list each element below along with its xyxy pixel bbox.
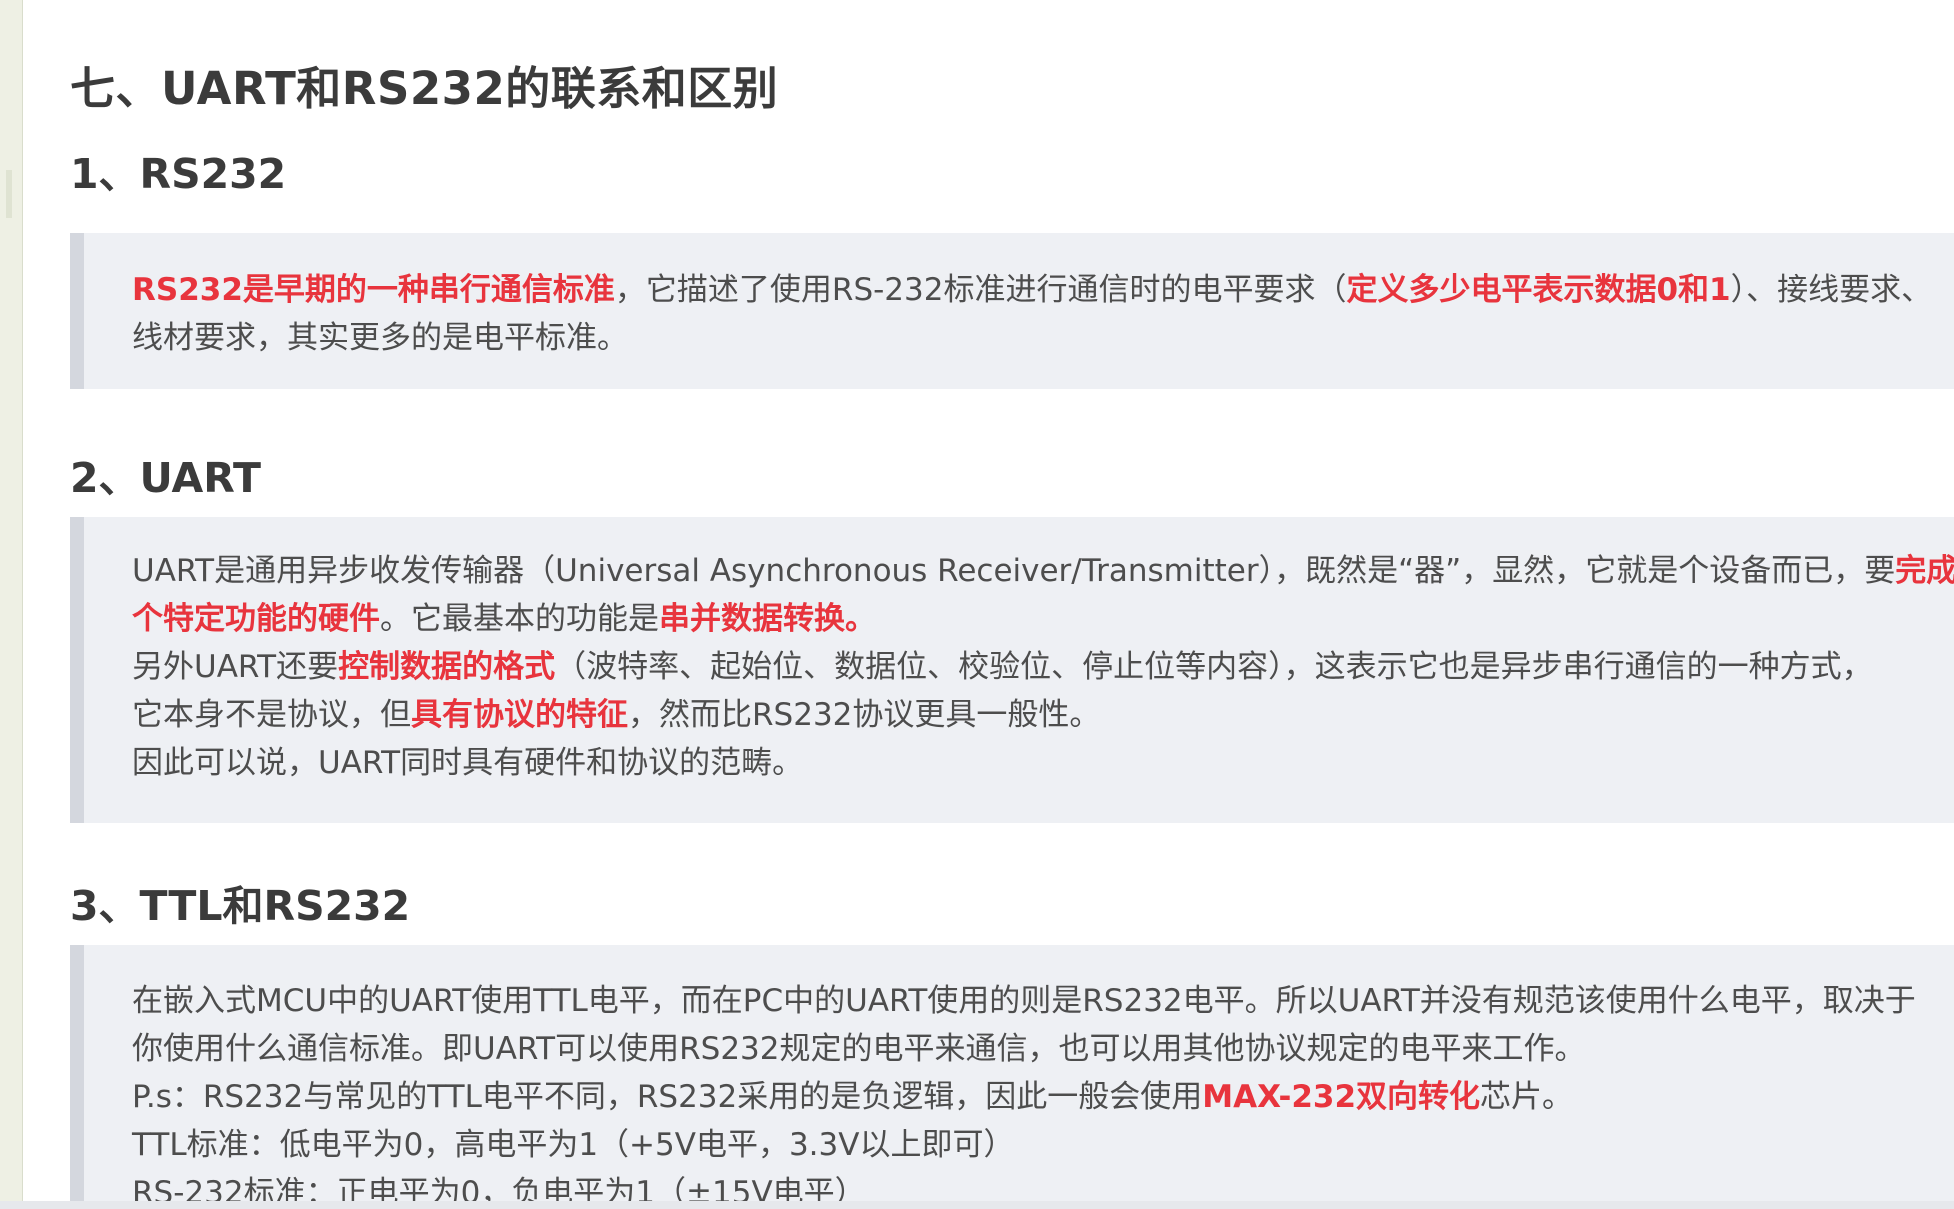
plain-text: 在嵌入式MCU中的UART使用TTL电平，而在PC中的UART使用的则是RS23… — [132, 983, 1916, 1019]
plain-text: 你使用什么通信标准。即UART可以使用RS232规定的电平来通信，也可以用其他协… — [132, 1031, 1586, 1067]
highlight-text: 控制数据的格式 — [338, 649, 556, 685]
quote-line: 你使用什么通信标准。即UART可以使用RS232规定的电平来通信，也可以用其他协… — [132, 1025, 1954, 1073]
blockquote-rs232: RS232是早期的一种串行通信标准，它描述了使用RS-232标准进行通信时的电平… — [70, 233, 1954, 389]
plain-text: ）、接线要求、 — [1730, 272, 1933, 308]
quote-line: UART是通用异步收发传输器（Universal Asynchronous Re… — [132, 547, 1954, 595]
left-sidebar-edge — [0, 0, 23, 1209]
plain-text: 另外UART还要 — [132, 649, 339, 685]
highlight-text: RS232是早期的一种串行通信标准 — [132, 272, 615, 308]
plain-text: 因此可以说，UART同时具有硬件和协议的范畴。 — [132, 745, 804, 781]
plain-text: 芯片。 — [1480, 1079, 1574, 1115]
plain-text: 它本身不是协议，但 — [132, 697, 411, 733]
plain-text: （波特率、起始位、数据位、校验位、停止位等内容），这表示它也是异步串行通信的一种… — [555, 649, 1873, 685]
plain-text: ，它描述了使用RS-232标准进行通信时的电平要求（ — [614, 272, 1347, 308]
highlight-text: 具有协议的特征 — [411, 697, 628, 733]
section-heading-ttl-rs232: 3、TTL和RS232 — [70, 882, 411, 930]
quote-line: 在嵌入式MCU中的UART使用TTL电平，而在PC中的UART使用的则是RS23… — [132, 977, 1954, 1025]
plain-text: TTL标准：低电平为0，高电平为1（+5V电平，3.3V以上即可） — [132, 1127, 1015, 1163]
highlight-text: 定义多少电平表示数据0和1 — [1346, 272, 1731, 308]
bottom-edge — [0, 1201, 1954, 1209]
plain-text: ，然而比RS232协议更具一般性。 — [628, 697, 1101, 733]
section-heading-uart: 2、UART — [70, 454, 261, 502]
quote-line: 个特定功能的硬件。它最基本的功能是串并数据转换。 — [132, 595, 1954, 643]
highlight-text: MAX-232双向转化 — [1202, 1079, 1481, 1115]
quote-line: 另外UART还要控制数据的格式（波特率、起始位、数据位、校验位、停止位等内容），… — [132, 643, 1954, 691]
quote-line: 线材要求，其实更多的是电平标准。 — [132, 314, 1954, 362]
highlight-text: 个特定功能的硬件 — [132, 601, 380, 637]
plain-text: P.s：RS232与常见的TTL电平不同，RS232采用的是负逻辑，因此一般会使… — [132, 1079, 1203, 1115]
plain-text: 线材要求，其实更多的是电平标准。 — [132, 320, 628, 356]
plain-text: 。它最基本的功能是 — [380, 601, 659, 637]
sidebar-scroll-mark — [6, 170, 12, 218]
section-heading-rs232: 1、RS232 — [70, 150, 287, 198]
quote-line: RS232是早期的一种串行通信标准，它描述了使用RS-232标准进行通信时的电平… — [132, 266, 1954, 314]
quote-line: 因此可以说，UART同时具有硬件和协议的范畴。 — [132, 739, 1954, 787]
page: 七、UART和RS232的联系和区别 1、RS232 RS232是早期的一种串行… — [0, 0, 1954, 1209]
blockquote-ttl-rs232: 在嵌入式MCU中的UART使用TTL电平，而在PC中的UART使用的则是RS23… — [70, 945, 1954, 1209]
blockquote-uart: UART是通用异步收发传输器（Universal Asynchronous Re… — [70, 517, 1954, 823]
highlight-text: 完成一 — [1895, 553, 1954, 589]
quote-line: P.s：RS232与常见的TTL电平不同，RS232采用的是负逻辑，因此一般会使… — [132, 1073, 1954, 1121]
page-title: 七、UART和RS232的联系和区别 — [70, 62, 779, 115]
quote-line: TTL标准：低电平为0，高电平为1（+5V电平，3.3V以上即可） — [132, 1121, 1954, 1169]
highlight-text: 串并数据转换。 — [659, 601, 876, 637]
plain-text: UART是通用异步收发传输器（Universal Asynchronous Re… — [132, 553, 1896, 589]
quote-line: 它本身不是协议，但具有协议的特征，然而比RS232协议更具一般性。 — [132, 691, 1954, 739]
